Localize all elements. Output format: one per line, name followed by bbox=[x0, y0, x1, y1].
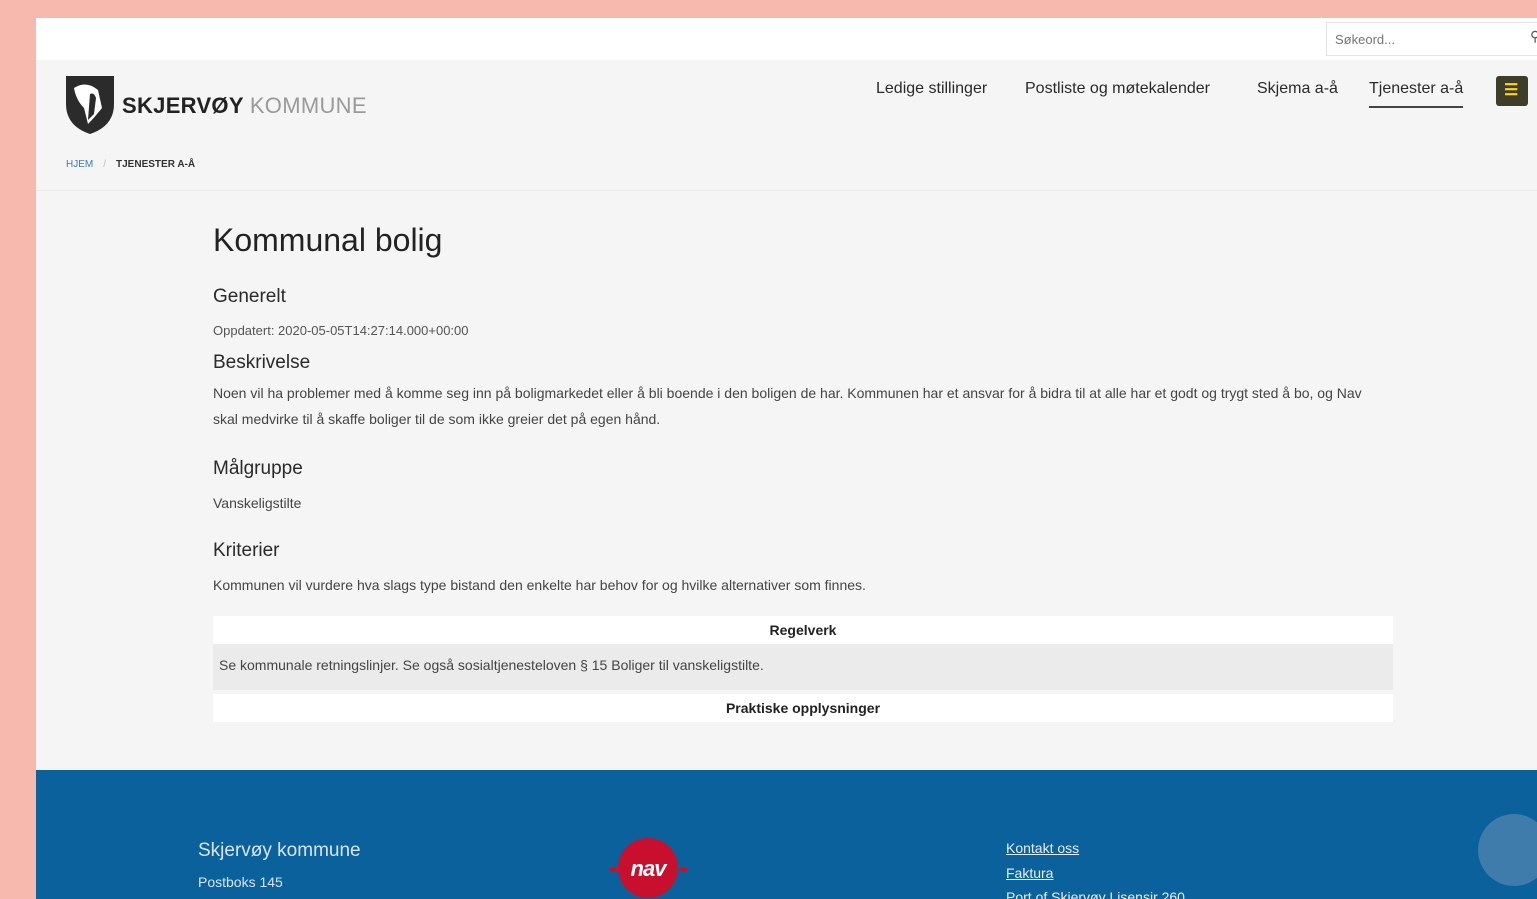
footer-address: Postboks 145 bbox=[198, 874, 283, 890]
footer-org-name: Skjervøy kommune bbox=[198, 840, 361, 861]
brand-name[interactable]: SKJERVØY KOMMUNE bbox=[122, 93, 367, 119]
generelt-heading: Generelt bbox=[213, 286, 286, 307]
top-bar: ⚲ bbox=[36, 18, 1537, 60]
nav-logo-tick-right bbox=[679, 868, 687, 871]
footer-link-port[interactable]: Port of Skjervøy Lisensir 260 bbox=[1006, 889, 1185, 899]
footer-link-kontakt[interactable]: Kontakt oss bbox=[1006, 840, 1079, 856]
nav-logo-tick-left bbox=[609, 868, 617, 871]
nav-ledige-stillinger[interactable]: Ledige stillinger bbox=[876, 80, 987, 106]
beskrivelse-text: Noen vil ha problemer med å komme seg in… bbox=[213, 385, 1362, 427]
menu-button[interactable]: ☰ bbox=[1496, 76, 1528, 106]
kriterier-text: Kommunen vil vurdere hva slags type bist… bbox=[213, 577, 866, 593]
nav-skjema[interactable]: Skjema a-å bbox=[1257, 80, 1338, 106]
breadcrumb-current: TJENESTER A-Å bbox=[116, 159, 196, 170]
coat-of-arms-logo[interactable] bbox=[64, 74, 116, 136]
site-header: SKJERVØY KOMMUNE Ledige stillinger Postli… bbox=[36, 60, 1537, 191]
nav-logo-text: nav bbox=[630, 856, 667, 881]
breadcrumb-home[interactable]: HJEM bbox=[66, 159, 93, 170]
praktiske-opplysninger-header: Praktiske opplysninger bbox=[213, 694, 1393, 722]
page-title: Kommunal bolig bbox=[213, 222, 443, 258]
nav-logo[interactable]: nav bbox=[609, 838, 687, 898]
menu-icon: ☰ bbox=[1504, 82, 1519, 99]
updated-timestamp: Oppdatert: 2020-05-05T14:27:14.000+00:00 bbox=[213, 323, 469, 338]
browser-viewport: ⚲ SKJERVØYKOMMUNE Ledige stillinger Post… bbox=[36, 18, 1537, 899]
info-table: Regelverk Se kommunale retningslinjer. S… bbox=[213, 616, 1393, 722]
malgruppe-heading: Målgruppe bbox=[213, 458, 303, 479]
search-icon[interactable]: ⚲ bbox=[1530, 29, 1537, 43]
regelverk-header: Regelverk bbox=[213, 616, 1393, 644]
malgruppe-text: Vanskeligstilte bbox=[213, 495, 302, 511]
breadcrumb-separator: / bbox=[103, 159, 107, 170]
footer-link-faktura[interactable]: Faktura bbox=[1006, 865, 1053, 881]
regelverk-text: Se kommunale retningslinjer. Se også sos… bbox=[213, 644, 1393, 690]
nav-postliste[interactable]: Postliste og møtekalender bbox=[1025, 80, 1210, 106]
brand-name-bold: SKJERVØY bbox=[122, 93, 244, 118]
nav-tjenester[interactable]: Tjenester a-å bbox=[1369, 80, 1464, 108]
site-footer: Skjervøy kommune Postboks 145 nav Kontak… bbox=[36, 770, 1537, 899]
chat-bubble-button[interactable] bbox=[1478, 814, 1537, 886]
breadcrumb: HJEM / TJENESTER A-Å bbox=[66, 159, 195, 170]
brand-name-light: KOMMUNE bbox=[249, 93, 367, 118]
beskrivelse-heading: Beskrivelse bbox=[213, 352, 311, 373]
search-input[interactable] bbox=[1326, 22, 1537, 56]
kriterier-heading: Kriterier bbox=[213, 540, 280, 561]
